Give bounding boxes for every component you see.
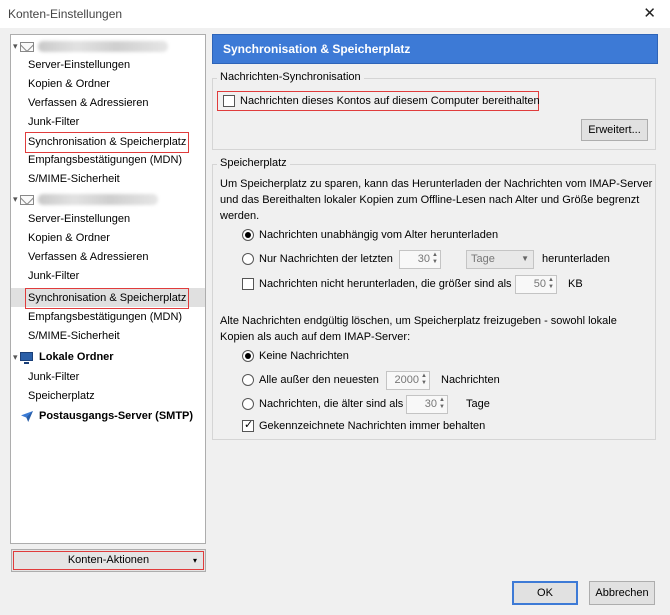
tree-item-smime[interactable]: S/MIME-Sicherheit [11, 170, 205, 189]
tree-item-sync-storage[interactable]: Synchronisation & Speicherplatz [11, 132, 205, 153]
storage-group-legend: Speicherplatz [217, 157, 290, 169]
tree-item-copies-folders[interactable]: Kopien & Ordner [11, 229, 205, 248]
ok-button[interactable]: OK [512, 581, 578, 605]
account-tree[interactable]: ▾ Server-Einstellungen Kopien & Ordner V… [10, 34, 206, 544]
sync-group-legend: Nachrichten-Synchronisation [217, 71, 364, 83]
mail-account-icon [20, 195, 34, 205]
download-suffix-label: herunterladen [542, 253, 610, 265]
stepper-arrows-icon[interactable]: ▲ ▼ [421, 373, 428, 387]
delete-all-but-suffix: Nachrichten [441, 374, 500, 386]
delete-all-but-radio[interactable] [242, 374, 254, 386]
stepper-arrows-icon[interactable]: ▲ ▼ [548, 277, 555, 291]
tree-smtp-server[interactable]: Postausgangs-Server (SMTP) [11, 407, 205, 426]
delete-description: Alte Nachrichten endgültig löschen, um S… [220, 315, 617, 343]
settings-panel: Synchronisation & Speicherplatz Nachrich… [212, 34, 658, 544]
tree-item-junk-filter[interactable]: Junk-Filter [11, 267, 205, 286]
tree-item-composition[interactable]: Verfassen & Adressieren [11, 248, 205, 267]
computer-icon [20, 352, 33, 364]
tree-item-sync-storage-selected[interactable]: Synchronisation & Speicherplatz [11, 288, 205, 309]
delete-none-radio[interactable] [242, 350, 254, 362]
size-limit-stepper[interactable]: 50 ▲ ▼ [515, 275, 557, 294]
tree-item-local-junk[interactable]: Junk-Filter [11, 368, 205, 387]
stepper-arrows-icon[interactable]: ▲ ▼ [432, 252, 439, 266]
collapse-icon[interactable]: ▾ [13, 37, 18, 56]
size-unit-label: KB [568, 278, 583, 290]
size-limit-checkbox[interactable] [242, 278, 254, 290]
collapse-icon[interactable]: ▾ [13, 190, 18, 209]
tree-item-receipts[interactable]: Empfangsbestätigungen (MDN) [11, 151, 205, 170]
cancel-button[interactable]: Abbrechen [589, 581, 655, 605]
download-last-radio[interactable] [242, 253, 254, 265]
download-all-label: Nachrichten unabhängig vom Alter herunte… [259, 229, 499, 241]
download-unit-select[interactable]: Tage ▼ [466, 250, 534, 269]
stepper-arrows-icon[interactable]: ▲ ▼ [439, 397, 446, 411]
window-title: Konten-Einstellungen [8, 7, 123, 21]
advanced-button[interactable]: Erweitert... [581, 119, 648, 141]
tree-local-folders[interactable]: ▾ Lokale Ordner [11, 348, 205, 367]
tree-item-receipts[interactable]: Empfangsbestätigungen (MDN) [11, 308, 205, 327]
keep-flagged-checkbox[interactable] [242, 418, 254, 432]
keep-local-label: Nachrichten dieses Kontos auf diesem Com… [240, 95, 540, 107]
delete-older-label: Nachrichten, die älter sind als [259, 398, 404, 410]
tree-item-server-settings[interactable]: Server-Einstellungen [11, 210, 205, 229]
outgoing-server-icon [21, 411, 33, 422]
download-all-radio[interactable] [242, 229, 254, 241]
tree-account-1[interactable]: ▾ [11, 37, 205, 56]
delete-all-but-label: Alle außer den neuesten [259, 374, 379, 386]
keep-newest-stepper[interactable]: 2000 ▲ ▼ [386, 371, 430, 390]
tree-item-junk-filter[interactable]: Junk-Filter [11, 113, 205, 132]
delete-none-label: Keine Nachrichten [259, 350, 349, 362]
tree-item-local-storage[interactable]: Speicherplatz [11, 387, 205, 406]
mail-account-icon [20, 42, 34, 52]
close-icon[interactable]: ✕ [643, 4, 656, 22]
account-actions-button[interactable]: Konten-Aktionen ▾ [11, 549, 206, 572]
storage-description: Um Speicherplatz zu sparen, kann das Her… [220, 178, 653, 222]
tree-item-composition[interactable]: Verfassen & Adressieren [11, 94, 205, 113]
download-days-stepper[interactable]: 30 ▲ ▼ [399, 250, 441, 269]
title-bar: Konten-Einstellungen ✕ [0, 0, 670, 28]
tree-item-server-settings[interactable]: Server-Einstellungen [11, 56, 205, 75]
page-title: Synchronisation & Speicherplatz [212, 34, 658, 64]
keep-local-checkbox[interactable] [223, 95, 235, 107]
account-name-redacted [38, 41, 168, 52]
tree-item-smime[interactable]: S/MIME-Sicherheit [11, 327, 205, 346]
chevron-down-icon: ▼ [521, 254, 529, 263]
delete-older-days-stepper[interactable]: 30 ▲ ▼ [406, 395, 448, 414]
size-limit-label: Nachrichten nicht herunterladen, die grö… [259, 278, 512, 290]
delete-older-suffix: Tage [466, 398, 490, 410]
download-last-label: Nur Nachrichten der letzten [259, 253, 393, 265]
dropdown-arrow-icon: ▾ [192, 556, 197, 565]
tree-item-copies-folders[interactable]: Kopien & Ordner [11, 75, 205, 94]
account-name-redacted [38, 194, 158, 205]
collapse-icon[interactable]: ▾ [13, 348, 18, 367]
keep-flagged-label: Gekennzeichnete Nachrichten immer behalt… [259, 420, 486, 432]
delete-older-radio[interactable] [242, 398, 254, 410]
tree-account-2[interactable]: ▾ [11, 190, 205, 209]
